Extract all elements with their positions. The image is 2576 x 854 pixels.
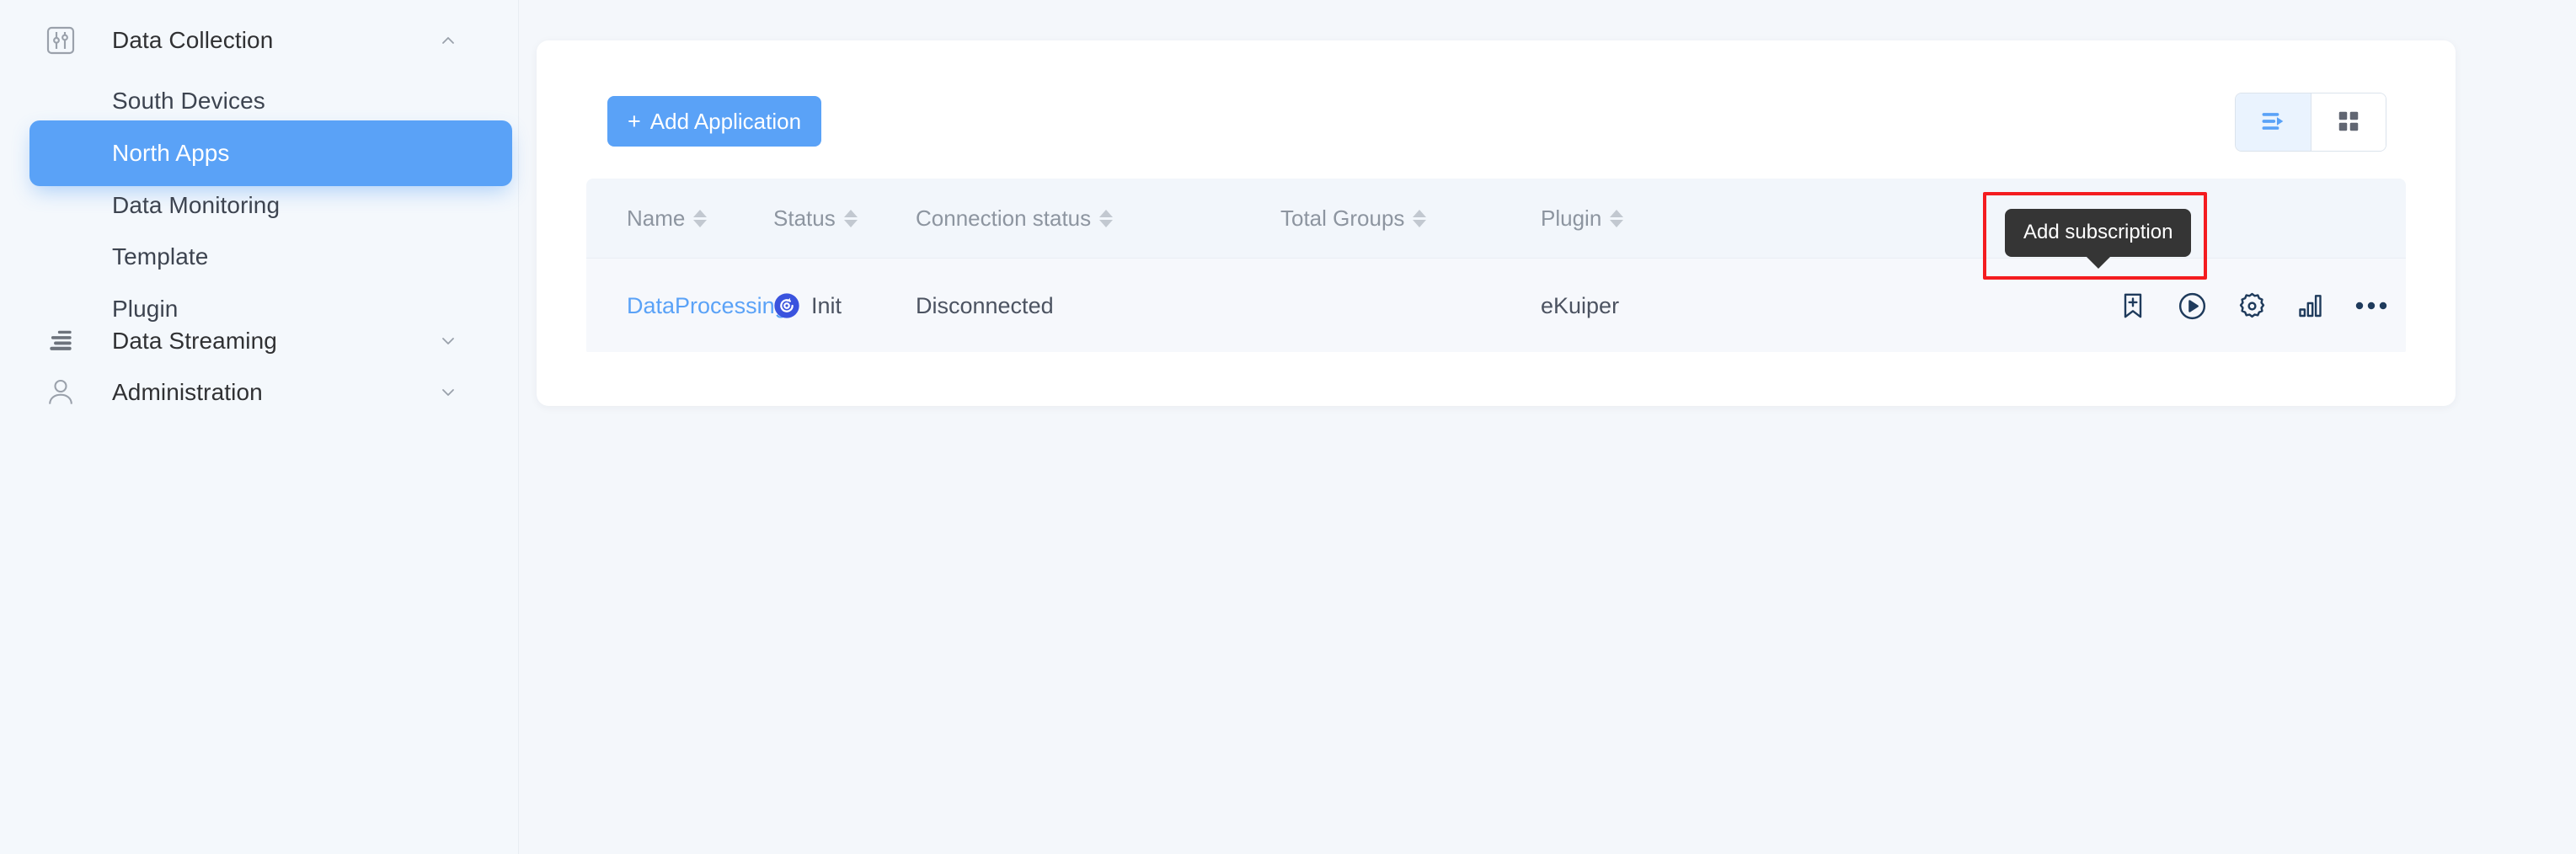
init-spinner-icon [773, 292, 800, 319]
sidebar-item-label: Template [112, 243, 208, 270]
sidebar: Data Collection South Devices North Apps… [0, 0, 519, 854]
sidebar-group-label: Data Collection [112, 27, 273, 54]
column-label: Status [773, 205, 836, 232]
cell-connection-status: Disconnected [916, 259, 1054, 353]
column-header-status[interactable]: Status [773, 179, 858, 258]
column-label: Connection status [916, 205, 1091, 232]
sort-icon[interactable] [693, 210, 707, 227]
start-icon[interactable] [2177, 291, 2208, 322]
list-view-icon [2259, 107, 2288, 138]
sidebar-group-administration[interactable]: Administration [0, 369, 519, 416]
cell-plugin: eKuiper [1541, 259, 1619, 353]
add-subscription-icon[interactable] [2118, 291, 2148, 321]
list-view-button[interactable] [2236, 93, 2311, 151]
column-label: Plugin [1541, 205, 1601, 232]
status-label: Init [811, 293, 842, 319]
more-icon[interactable] [2355, 300, 2387, 312]
sliders-icon [42, 22, 79, 59]
column-header-plugin[interactable]: Plugin [1541, 179, 1623, 258]
add-application-label: Add Application [650, 109, 801, 135]
column-header-connection-status[interactable]: Connection status [916, 179, 1113, 258]
sidebar-group-label: Administration [112, 379, 263, 406]
chevron-down-icon[interactable] [438, 382, 458, 403]
column-header-name[interactable]: Name [627, 179, 707, 258]
sort-icon[interactable] [1099, 210, 1113, 227]
sidebar-group-data-streaming[interactable]: Data Streaming [0, 318, 519, 365]
column-label: Name [627, 205, 685, 232]
add-application-button[interactable]: + Add Application [607, 96, 821, 147]
sidebar-group-data-collection[interactable]: Data Collection [0, 17, 519, 64]
sort-icon[interactable] [1610, 210, 1623, 227]
column-label: Total Groups [1280, 205, 1404, 232]
streaming-lines-icon [42, 323, 79, 360]
sidebar-item-label: Data Monitoring [112, 192, 280, 219]
cell-name[interactable]: DataProcessing [627, 259, 788, 353]
add-subscription-tooltip-group: Add subscription [1983, 192, 2207, 280]
chevron-down-icon[interactable] [438, 331, 458, 351]
settings-icon[interactable] [2237, 291, 2268, 322]
cell-status: Init [773, 259, 842, 353]
view-mode-toggle [2235, 93, 2386, 152]
statistics-icon[interactable] [2296, 291, 2327, 321]
card-toolbar: + Add Application [537, 40, 2456, 175]
sidebar-group-label: Data Streaming [112, 328, 277, 355]
sidebar-item-label: North Apps [112, 140, 230, 167]
grid-view-icon [2336, 109, 2361, 136]
chevron-up-icon[interactable] [438, 30, 458, 51]
column-header-total-groups[interactable]: Total Groups [1280, 179, 1426, 258]
plus-icon: + [628, 110, 641, 133]
tooltip-content: Add subscription [2005, 209, 2191, 257]
sidebar-item-label: South Devices [112, 88, 265, 115]
grid-view-button[interactable] [2311, 93, 2386, 151]
sort-icon[interactable] [1413, 210, 1426, 227]
sort-icon[interactable] [844, 210, 858, 227]
user-icon [42, 374, 79, 411]
app-root: Data Collection South Devices North Apps… [0, 0, 2576, 854]
